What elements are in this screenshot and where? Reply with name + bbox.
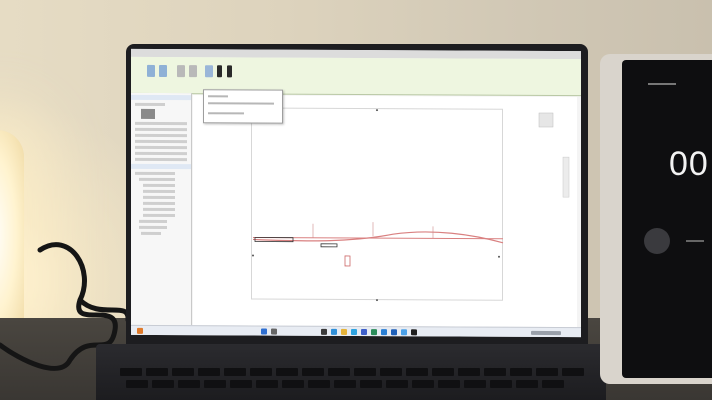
laptop-screen <box>131 48 581 338</box>
ribbon-toolbar <box>131 56 581 97</box>
system-tray[interactable] <box>531 330 561 336</box>
photo-scene: 00 <box>0 0 712 400</box>
tree-item[interactable] <box>143 189 175 194</box>
taskbar-app-icon[interactable] <box>401 329 407 336</box>
ribbon-tooltip <box>203 89 283 124</box>
ribbon-button[interactable] <box>205 65 213 78</box>
timer-digits: 00 <box>669 145 709 183</box>
tree-item[interactable] <box>139 177 175 182</box>
taskbar-app-icon[interactable] <box>391 329 397 336</box>
tablet-label <box>686 240 704 242</box>
tree-item[interactable] <box>135 171 175 176</box>
taskbar-app-icon[interactable] <box>321 328 327 335</box>
keyboard <box>120 364 590 400</box>
ribbon-button[interactable] <box>227 65 232 78</box>
panel-row <box>135 121 187 126</box>
weather-icon[interactable] <box>137 327 143 334</box>
nav-bar <box>562 156 570 198</box>
panel-row <box>135 133 187 138</box>
panel-row <box>135 139 187 144</box>
element-thumbnail <box>141 108 155 119</box>
browser-icon[interactable] <box>351 328 357 336</box>
properties-panel <box>131 92 192 326</box>
panel-header <box>131 163 191 170</box>
panel-row <box>135 102 165 106</box>
panel-row <box>135 145 187 150</box>
ribbon-button[interactable] <box>177 65 185 78</box>
start-icon[interactable] <box>261 328 267 335</box>
panel-row <box>135 157 187 162</box>
drawing-canvas[interactable] <box>193 95 577 328</box>
ribbon-button[interactable] <box>147 64 155 77</box>
ribbon-button[interactable] <box>217 65 222 78</box>
taskbar-app-icon[interactable] <box>361 329 367 336</box>
tree-item[interactable] <box>143 207 175 212</box>
timer-control-button[interactable] <box>644 228 670 254</box>
taskbar-app-icon[interactable] <box>381 329 387 336</box>
taskbar-app-icon[interactable] <box>371 329 377 336</box>
panel-row <box>135 151 187 156</box>
ribbon-button[interactable] <box>159 64 167 78</box>
ribbon-button[interactable] <box>189 65 197 78</box>
tree-item[interactable] <box>143 195 175 200</box>
tree-item[interactable] <box>139 219 167 224</box>
panel-row <box>135 127 187 132</box>
tablet-status-text <box>648 83 676 85</box>
taskbar-app-icon[interactable] <box>411 329 417 336</box>
taskbar-app-icon[interactable] <box>331 328 337 335</box>
tree-item[interactable] <box>143 213 175 218</box>
tree-item[interactable] <box>143 201 175 206</box>
view-cube <box>538 112 554 128</box>
search-icon[interactable] <box>271 328 277 335</box>
tree-item[interactable] <box>143 183 175 188</box>
folder-icon[interactable] <box>341 328 347 335</box>
tree-item[interactable] <box>141 231 161 235</box>
panel-header <box>131 94 191 101</box>
profile-drawing <box>252 109 570 302</box>
tablet-screen <box>622 60 712 378</box>
tree-item[interactable] <box>139 225 167 230</box>
